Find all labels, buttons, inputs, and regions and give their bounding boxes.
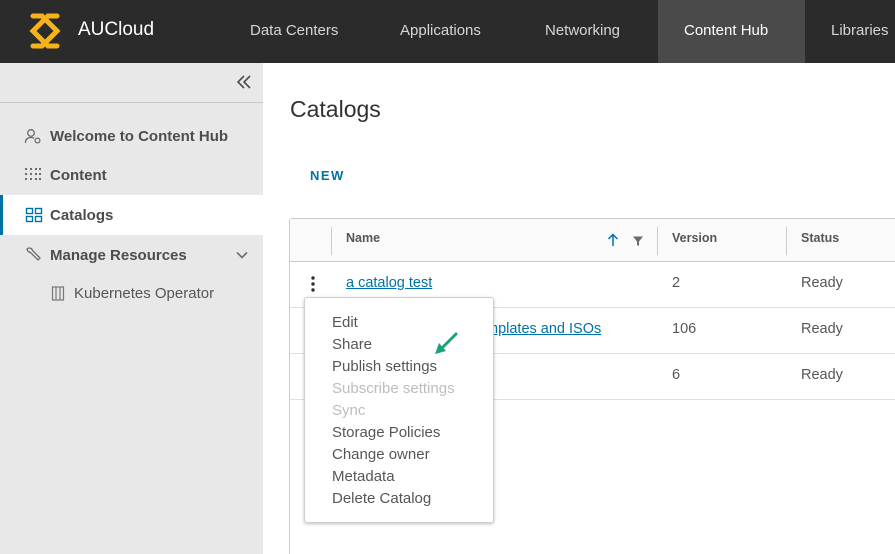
sidebar-item-content[interactable]: Content — [0, 155, 263, 195]
sidebar-item-label: Catalogs — [50, 206, 114, 224]
menu-item-storage-policies[interactable]: Storage Policies — [332, 424, 440, 441]
datagrid-header: Name Version Status — [290, 219, 895, 262]
sidebar-item-label: Content — [50, 166, 107, 184]
nav-tab-libraries[interactable]: Libraries — [831, 0, 889, 63]
menu-item-share[interactable]: Share — [332, 336, 372, 353]
new-catalog-button[interactable]: NEW — [310, 168, 345, 183]
menu-item-publish-settings[interactable]: Publish settings — [332, 358, 437, 375]
catalog-status: Ready — [801, 367, 843, 383]
sidebar-subitem-label: Kubernetes Operator — [74, 285, 215, 302]
column-header-status[interactable]: Status — [801, 231, 839, 245]
sort-ascending-icon[interactable] — [607, 233, 619, 247]
annotation-arrow-icon — [435, 332, 458, 354]
catalog-version: 2 — [672, 275, 681, 291]
grid-dots-icon — [25, 168, 41, 180]
catalog-name-link[interactable]: a catalog test — [346, 275, 432, 291]
sidebar-item-manage-resources[interactable]: Manage Resources — [0, 235, 263, 275]
menu-item-change-owner[interactable]: Change owner — [332, 446, 430, 463]
menu-item-sync: Sync — [332, 402, 366, 419]
brand-name[interactable]: AUCloud — [78, 19, 154, 41]
nav-tab-applications[interactable]: Applications — [400, 0, 481, 63]
nav-tab-content-hub[interactable]: Content Hub — [658, 0, 805, 63]
aucloud-logo-icon[interactable] — [24, 10, 66, 52]
column-separator[interactable] — [331, 227, 332, 255]
column-header-version[interactable]: Version — [672, 231, 717, 245]
menu-item-metadata[interactable]: Metadata — [332, 468, 395, 485]
chevron-down-icon[interactable] — [235, 248, 249, 262]
page-title: Catalogs — [290, 96, 381, 122]
sidebar-item-label: Welcome to Content Hub — [50, 127, 229, 145]
catalog-version: 106 — [672, 321, 697, 337]
column-separator[interactable] — [786, 227, 787, 255]
user-gear-icon — [24, 129, 41, 144]
collapse-sidebar-icon[interactable] — [234, 72, 254, 92]
sidebar-item-welcome[interactable]: Welcome to Content Hub — [0, 116, 263, 156]
sidebar-item-label: Manage Resources — [50, 246, 187, 264]
wrench-icon — [26, 247, 41, 261]
menu-item-subscribe-settings: Subscribe settings — [332, 380, 455, 397]
catalog-name-link[interactable]: mplates and ISOs — [486, 321, 601, 337]
sidebar: Welcome to Content Hub Content Catalogs … — [0, 63, 263, 554]
column-separator[interactable] — [657, 227, 658, 255]
filter-icon[interactable] — [632, 235, 644, 247]
row-actions-kebab-icon[interactable] — [309, 275, 317, 293]
row-actions-menu: Edit Share Publish settings Subscribe se… — [304, 297, 494, 523]
sidebar-item-catalogs[interactable]: Catalogs — [0, 195, 263, 235]
top-nav-bar: AUCloud Data Centers Applications Networ… — [0, 0, 895, 63]
nav-tab-data-centers[interactable]: Data Centers — [250, 0, 338, 63]
catalog-version: 6 — [672, 367, 681, 383]
menu-item-edit[interactable]: Edit — [332, 314, 358, 331]
sidebar-subitem-kubernetes-operator[interactable]: Kubernetes Operator — [0, 279, 263, 309]
nav-tab-networking[interactable]: Networking — [545, 0, 620, 63]
catalog-status: Ready — [801, 321, 843, 337]
catalog-icon — [25, 207, 43, 223]
column-header-name[interactable]: Name — [346, 231, 380, 245]
menu-item-delete-catalog[interactable]: Delete Catalog — [332, 490, 431, 507]
building-icon — [51, 286, 65, 301]
catalog-status: Ready — [801, 275, 843, 291]
sidebar-divider — [0, 102, 263, 103]
